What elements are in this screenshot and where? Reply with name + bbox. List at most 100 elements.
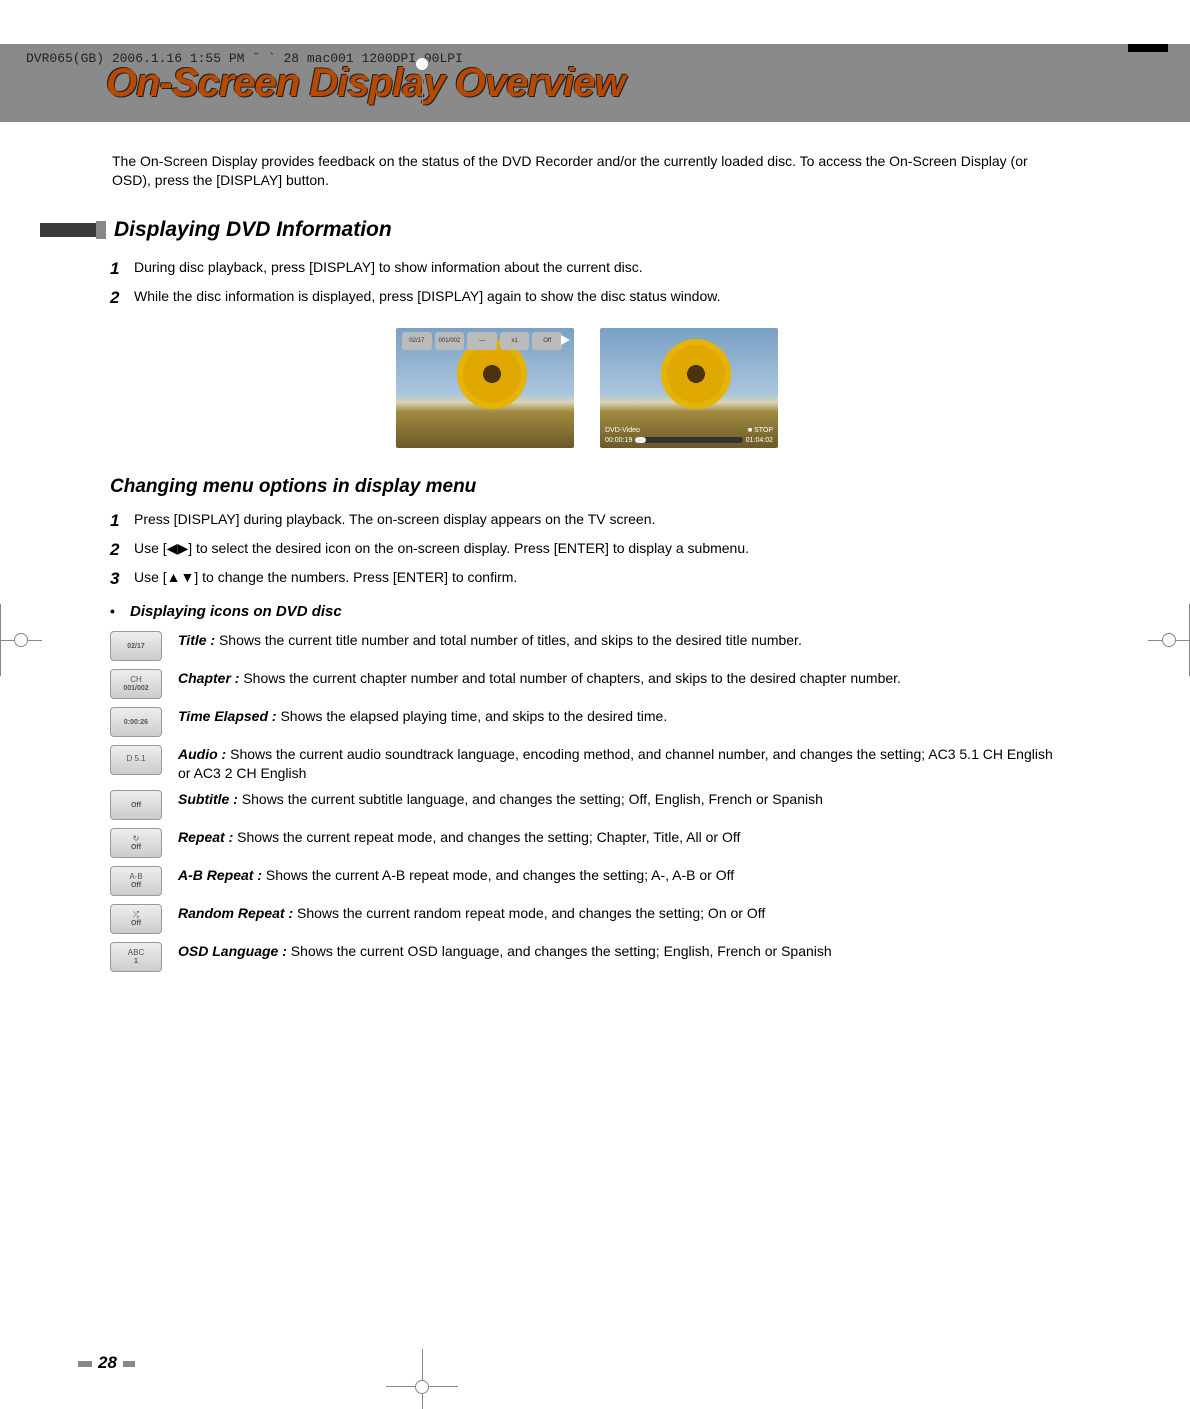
definition-row: 0:00:26 Time Elapsed : Shows the elapsed … — [110, 707, 1064, 737]
osd-state: ■ STOP — [748, 426, 773, 435]
definition-term: Time Elapsed : — [178, 708, 277, 724]
play-icon — [561, 335, 570, 345]
definition-desc: Shows the current A-B repeat mode, and c… — [262, 867, 734, 883]
step-number: 1 — [110, 258, 134, 281]
sunflower-icon — [463, 345, 521, 403]
osd-icon: A-BOff — [110, 866, 162, 896]
section-1-heading: Displaying DVD Information — [114, 216, 392, 244]
content: The On-Screen Display provides feedback … — [0, 122, 1190, 972]
page: DVR065(GB) 2006.1.16 1:55 PM ˘ ` 28 mac0… — [0, 44, 1190, 1409]
definition-row: Off Subtitle : Shows the current subtitle… — [110, 790, 1064, 820]
osd-disc-type: DVD-Video — [605, 426, 640, 435]
definition-desc: Shows the current random repeat mode, an… — [293, 905, 765, 921]
osd-chip: Off — [532, 332, 562, 350]
osd-top-bar: 02/17 001/002 — x1 Off — [402, 332, 562, 350]
osd-time-elapsed: 00:00:19 — [605, 436, 632, 445]
section-2-steps: 1 Press [DISPLAY] during playback. The o… — [110, 510, 1064, 591]
crop-mark — [14, 633, 28, 647]
crop-mark — [415, 1380, 429, 1394]
bullet-dot: • — [110, 602, 130, 621]
definition-term: Subtitle : — [178, 791, 238, 807]
section-1-steps: 1 During disc playback, press [DISPLAY] … — [110, 258, 1064, 310]
crop-mark — [422, 1349, 423, 1409]
osd-icon: CH001/002 — [110, 669, 162, 699]
definition-term: OSD Language : — [178, 943, 287, 959]
step-text: During disc playback, press [DISPLAY] to… — [134, 258, 1064, 281]
step-number: 2 — [110, 539, 134, 562]
definition-desc: Shows the current title number and total… — [215, 632, 802, 648]
osd-icon: ABC1 — [110, 942, 162, 972]
definition-body: Chapter : Shows the current chapter numb… — [178, 669, 1064, 688]
crop-mark — [1162, 633, 1176, 647]
definition-desc: Shows the current chapter number and tot… — [239, 670, 901, 686]
definition-body: Time Elapsed : Shows the elapsed playing… — [178, 707, 1064, 726]
definition-body: A-B Repeat : Shows the current A-B repea… — [178, 866, 1064, 885]
page-number: 28 — [98, 1352, 117, 1375]
screenshot-right: DVD-Video ■ STOP 00:00:19 01:04:02 — [600, 328, 778, 448]
bullet-heading: Displaying icons on DVD disc — [130, 602, 342, 622]
step-text: Use [▲▼] to change the numbers. Press [E… — [134, 568, 1064, 591]
screenshot-left: 02/17 001/002 — x1 Off — [396, 328, 574, 448]
step-text: Press [DISPLAY] during playback. The on-… — [134, 510, 1064, 533]
definition-term: Repeat : — [178, 829, 233, 845]
osd-icon: Off — [110, 790, 162, 820]
crop-mark — [415, 57, 429, 71]
step-number: 1 — [110, 510, 134, 533]
bullet-row: • Displaying icons on DVD disc — [110, 602, 1064, 622]
definition-body: Repeat : Shows the current repeat mode, … — [178, 828, 1064, 847]
osd-icon: 0:00:26 — [110, 707, 162, 737]
osd-status: DVD-Video ■ STOP 00:00:19 01:04:02 — [605, 426, 773, 445]
definition-row: ⤮Off Random Repeat : Shows the current ra… — [110, 904, 1064, 934]
intro-text: The On-Screen Display provides feedback … — [112, 152, 1064, 190]
definition-body: Random Repeat : Shows the current random… — [178, 904, 1064, 923]
osd-progress-fill — [635, 437, 646, 443]
crop-mark-box — [1128, 44, 1168, 52]
osd-icon: 02/17 — [110, 631, 162, 661]
osd-chip: 001/002 — [435, 332, 465, 350]
crop-mark — [422, 44, 423, 118]
definition-desc: Shows the current repeat mode, and chang… — [233, 829, 740, 845]
step-3: 3 Use [▲▼] to change the numbers. Press … — [110, 568, 1064, 591]
step-number: 2 — [110, 287, 134, 310]
decor-bar-mark — [96, 221, 106, 239]
definition-desc: Shows the current audio soundtrack langu… — [178, 746, 1053, 781]
section-1-header: Displaying DVD Information — [110, 216, 1064, 244]
decor-bar-dark — [40, 223, 96, 237]
osd-chip: x1 — [500, 332, 530, 350]
section-2-heading: Changing menu options in display menu — [110, 474, 1064, 500]
definition-body: OSD Language : Shows the current OSD lan… — [178, 942, 1064, 961]
definition-term: Chapter : — [178, 670, 239, 686]
definitions-list: 02/17 Title : Shows the current title num… — [110, 631, 1064, 973]
step-1: 1 During disc playback, press [DISPLAY] … — [110, 258, 1064, 281]
osd-icon: ↻Off — [110, 828, 162, 858]
definition-term: Random Repeat : — [178, 905, 293, 921]
definition-body: Audio : Shows the current audio soundtra… — [178, 745, 1064, 783]
definition-term: A-B Repeat : — [178, 867, 262, 883]
osd-chip: — — [467, 332, 497, 350]
definition-term: Title : — [178, 632, 215, 648]
definition-row: ABC1 OSD Language : Shows the current OSD… — [110, 942, 1064, 972]
definition-row: 02/17 Title : Shows the current title num… — [110, 631, 1064, 661]
definition-desc: Shows the current subtitle language, and… — [238, 791, 823, 807]
osd-icon: ⤮Off — [110, 904, 162, 934]
definition-body: Title : Shows the current title number a… — [178, 631, 1064, 650]
step-1: 1 Press [DISPLAY] during playback. The o… — [110, 510, 1064, 533]
screenshot-row: 02/17 001/002 — x1 Off DVD-Video ■ STOP — [110, 328, 1064, 448]
step-text: While the disc information is displayed,… — [134, 287, 1064, 310]
definition-row: D 5.1Audio : Shows the current audio sou… — [110, 745, 1064, 783]
definition-body: Subtitle : Shows the current subtitle la… — [178, 790, 1064, 809]
definition-row: ↻Off Repeat : Shows the current repeat mo… — [110, 828, 1064, 858]
step-2: 2 While the disc information is displaye… — [110, 287, 1064, 310]
footer-bar — [78, 1361, 92, 1367]
step-number: 3 — [110, 568, 134, 591]
definition-desc: Shows the current OSD language, and chan… — [287, 943, 832, 959]
osd-progress-bar — [635, 437, 743, 443]
step-text: Use [◀▶] to select the desired icon on t… — [134, 539, 1064, 562]
step-2: 2 Use [◀▶] to select the desired icon on… — [110, 539, 1064, 562]
definition-row: A-BOff A-B Repeat : Shows the current A-B… — [110, 866, 1064, 896]
osd-chip: 02/17 — [402, 332, 432, 350]
osd-time-total: 01:04:02 — [746, 436, 773, 445]
page-footer: 28 — [78, 1352, 135, 1375]
definition-desc: Shows the elapsed playing time, and skip… — [277, 708, 668, 724]
sunflower-icon — [667, 345, 725, 403]
